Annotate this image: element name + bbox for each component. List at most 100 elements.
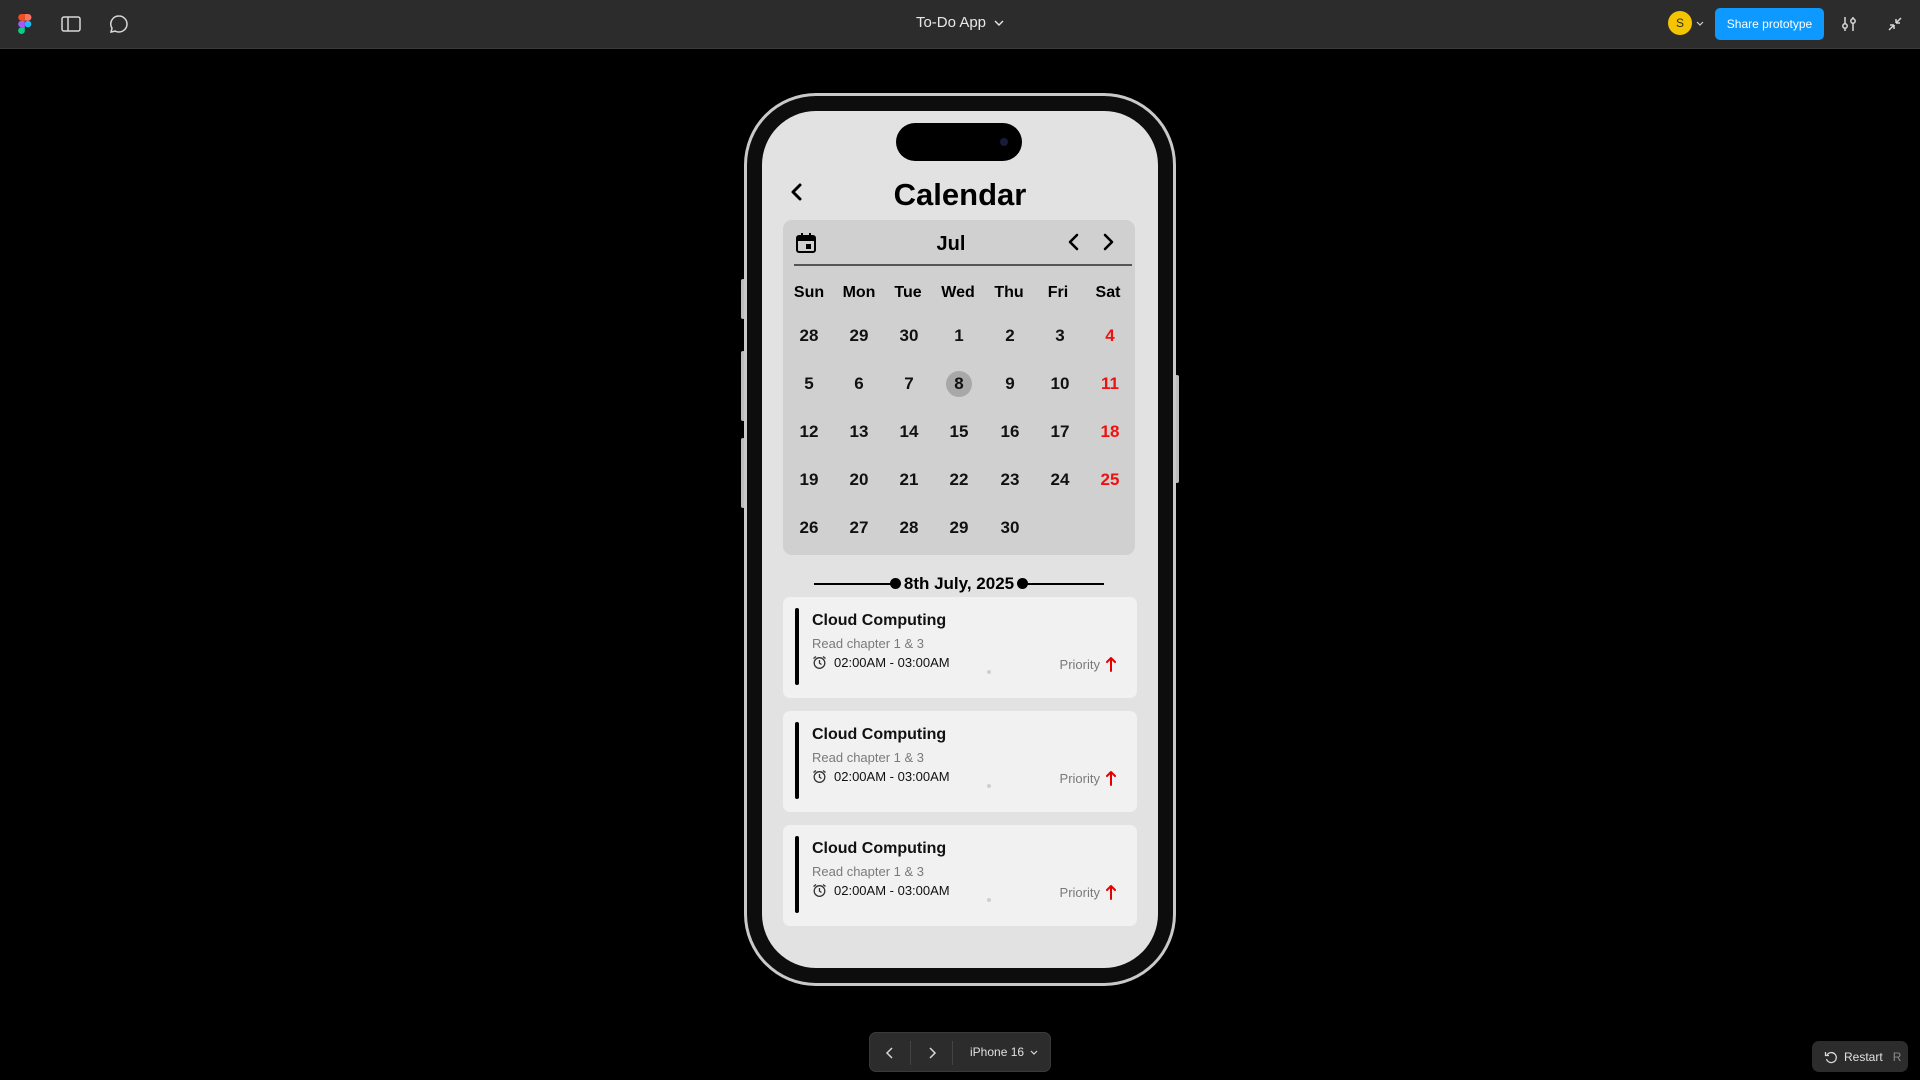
- calendar-day[interactable]: 5: [787, 370, 831, 398]
- calendar-day[interactable]: 16: [988, 418, 1032, 446]
- task-card[interactable]: Cloud Computing Read chapter 1 & 3 02:00AM…: [783, 597, 1137, 698]
- task-card[interactable]: Cloud Computing Read chapter 1 & 3 02:00AM…: [783, 711, 1137, 812]
- calendar-day[interactable]: 4: [1088, 322, 1132, 350]
- task-priority: Priority: [1060, 656, 1116, 672]
- task-card[interactable]: Cloud Computing Read chapter 1 & 3 02:00AM…: [783, 825, 1137, 926]
- priority-label: Priority: [1059, 656, 1100, 672]
- calendar-day[interactable]: 20: [837, 466, 881, 494]
- calendar-day[interactable]: 30: [988, 514, 1032, 542]
- user-menu[interactable]: S: [1668, 11, 1704, 35]
- task-accent-bar: [795, 608, 799, 685]
- prototype-settings-icon[interactable]: [1837, 12, 1861, 36]
- previous-frame-button[interactable]: [878, 1041, 902, 1065]
- calendar-divider: [794, 264, 1132, 266]
- decorative-dot: [987, 898, 991, 902]
- calendar-day[interactable]: 24: [1038, 466, 1082, 494]
- chevron-down-icon: [1696, 21, 1704, 26]
- device-selector[interactable]: iPhone 16: [970, 1045, 1038, 1059]
- restart-button[interactable]: Restart R: [1812, 1041, 1908, 1072]
- chevron-right-icon: [929, 1047, 937, 1059]
- phone-frame: Calendar Jul Sun Mon Tue Wed Thu Fri Sat…: [744, 93, 1176, 986]
- chevron-left-icon: [1068, 233, 1079, 251]
- share-prototype-button[interactable]: Share prototype: [1715, 8, 1824, 40]
- calendar-day[interactable]: 19: [787, 466, 831, 494]
- weekday-label: Mon: [842, 284, 876, 301]
- phone-screen: Calendar Jul Sun Mon Tue Wed Thu Fri Sat…: [762, 111, 1158, 968]
- camera-dot: [1000, 138, 1008, 146]
- calendar-day[interactable]: 21: [887, 466, 931, 494]
- file-title-text: To-Do App: [915, 14, 987, 31]
- chevron-down-icon: [1030, 1050, 1038, 1055]
- calendar-day[interactable]: 12: [787, 418, 831, 446]
- chevron-right-icon: [1103, 233, 1114, 251]
- alarm-clock-icon: [813, 769, 826, 783]
- calendar-day[interactable]: 3: [1038, 322, 1082, 350]
- calendar-day[interactable]: 29: [937, 514, 981, 542]
- selected-date-separator: 8th July, 2025: [814, 572, 1104, 596]
- page-title: Calendar: [893, 177, 1027, 212]
- task-accent-bar: [795, 722, 799, 799]
- priority-label: Priority: [1059, 884, 1100, 900]
- task-time-text: 02:00AM - 03:00AM: [834, 883, 950, 898]
- weekday-label: Wed: [941, 284, 975, 301]
- task-time: 02:00AM - 03:00AM: [812, 883, 950, 898]
- weekday-label: Thu: [994, 284, 1024, 301]
- calendar-day[interactable]: 2: [988, 322, 1032, 350]
- calendar-day[interactable]: 13: [837, 418, 881, 446]
- weekday-label: Sat: [1095, 284, 1121, 301]
- divider: [910, 1041, 911, 1065]
- calendar-day[interactable]: 17: [1038, 418, 1082, 446]
- task-subtitle: Read chapter 1 & 3: [812, 864, 925, 879]
- calendar-day[interactable]: 7: [887, 370, 931, 398]
- task-priority: Priority: [1060, 884, 1116, 900]
- task-time-text: 02:00AM - 03:00AM: [834, 655, 950, 670]
- weekday-header: Sun Mon Tue Wed Thu Fri Sat: [783, 284, 1135, 306]
- previous-month-button[interactable]: [1063, 231, 1085, 253]
- calendar-day[interactable]: 14: [887, 418, 931, 446]
- decorative-dot: [987, 784, 991, 788]
- task-time: 02:00AM - 03:00AM: [812, 769, 950, 784]
- calendar-day[interactable]: 8: [937, 370, 981, 398]
- calendar-day[interactable]: 27: [837, 514, 881, 542]
- arrow-up-icon: [1106, 771, 1116, 786]
- separator-line-right: [1022, 583, 1104, 585]
- restart-label: Restart: [1844, 1049, 1883, 1064]
- calendar-day[interactable]: 15: [937, 418, 981, 446]
- task-time: 02:00AM - 03:00AM: [812, 655, 950, 670]
- alarm-clock-icon: [813, 655, 826, 669]
- avatar: S: [1668, 11, 1692, 35]
- calendar-day[interactable]: 23: [988, 466, 1032, 494]
- task-time-text: 02:00AM - 03:00AM: [834, 769, 950, 784]
- weekday-label: Tue: [894, 284, 922, 301]
- arrow-up-icon: [1106, 885, 1116, 900]
- collapse-icon[interactable]: [1883, 12, 1907, 36]
- selected-day-highlight: 8: [946, 371, 972, 397]
- restart-shortcut: R: [1892, 1049, 1902, 1064]
- calendar-day[interactable]: 28: [787, 322, 831, 350]
- arrow-up-icon: [1106, 657, 1116, 672]
- calendar-day[interactable]: 22: [937, 466, 981, 494]
- calendar-day[interactable]: 28: [887, 514, 931, 542]
- calendar-day[interactable]: 9: [988, 370, 1032, 398]
- task-title: Cloud Computing: [812, 840, 947, 857]
- calendar-day[interactable]: 25: [1088, 466, 1132, 494]
- calendar-day[interactable]: 11: [1088, 370, 1132, 398]
- calendar-day[interactable]: 10: [1038, 370, 1082, 398]
- calendar-day[interactable]: 6: [837, 370, 881, 398]
- restart-icon: [1824, 1051, 1837, 1063]
- calendar-day[interactable]: 29: [837, 322, 881, 350]
- calendar-day[interactable]: 1: [937, 322, 981, 350]
- device-label: iPhone 16: [970, 1045, 1025, 1059]
- calendar-day[interactable]: 26: [787, 514, 831, 542]
- top-toolbar: To-Do App S Share prototype: [0, 0, 1920, 49]
- decorative-dot: [987, 670, 991, 674]
- task-title: Cloud Computing: [812, 726, 947, 743]
- file-title[interactable]: To-Do App: [0, 14, 1920, 31]
- next-frame-button[interactable]: [920, 1041, 944, 1065]
- task-subtitle: Read chapter 1 & 3: [812, 636, 925, 651]
- alarm-clock-icon: [813, 883, 826, 897]
- next-month-button[interactable]: [1097, 231, 1119, 253]
- calendar-day[interactable]: 30: [887, 322, 931, 350]
- calendar-day[interactable]: 18: [1088, 418, 1132, 446]
- task-subtitle: Read chapter 1 & 3: [812, 750, 925, 765]
